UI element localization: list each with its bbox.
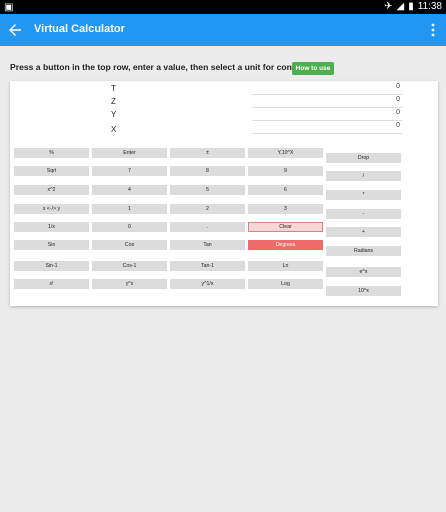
clock: 11:38 xyxy=(417,1,442,12)
battery-icon: ▮ xyxy=(408,1,414,12)
log-key[interactable]: Log xyxy=(248,279,323,289)
back-arrow-icon[interactable] xyxy=(6,21,24,39)
arcsin-key[interactable]: Sin-1 xyxy=(14,261,89,271)
stack-label-y: Y xyxy=(111,110,117,119)
add-key[interactable]: + xyxy=(326,227,401,237)
arctan-key[interactable]: Tan-1 xyxy=(170,261,245,271)
digit-3-key[interactable]: 3 xyxy=(248,204,323,214)
plus-minus-key[interactable]: ± xyxy=(170,148,245,158)
subtract-key[interactable]: - xyxy=(326,209,401,219)
y-root-x-key[interactable]: y^1/x xyxy=(170,279,245,289)
divide-key[interactable]: / xyxy=(326,171,401,181)
y-pow-x-key[interactable]: y^x xyxy=(92,279,167,289)
percent-key[interactable]: % xyxy=(14,148,89,158)
airplane-mode-icon: ✈ xyxy=(384,1,393,12)
drop-key[interactable]: Drop xyxy=(326,153,401,163)
status-bar: ▣ ✈ ◢ ▮ 11:38 xyxy=(0,0,446,14)
stack-label-z: Z xyxy=(111,97,116,106)
factorial-key[interactable]: x! xyxy=(14,279,89,289)
sin-key[interactable]: Sin xyxy=(14,240,89,250)
sqrt-key[interactable]: Sqrt xyxy=(14,166,89,176)
enter-key[interactable]: Enter xyxy=(92,148,167,158)
degrees-key[interactable]: Degrees xyxy=(248,240,323,250)
gallery-icon: ▣ xyxy=(4,2,14,13)
digit-2-key[interactable]: 2 xyxy=(170,204,245,214)
digit-6-key[interactable]: 6 xyxy=(248,185,323,195)
wifi-icon: ◢ xyxy=(396,1,405,12)
calculator-panel: T Z Y X 0 0 0 0 % Enter ± Y.10^X Sqrt 7 … xyxy=(10,81,438,306)
stack-value-t: 0 xyxy=(252,83,402,95)
digit-8-key[interactable]: 8 xyxy=(170,166,245,176)
stack-label-x: X xyxy=(111,125,117,134)
stack-value-z: 0 xyxy=(252,96,402,108)
stack-value-y: 0 xyxy=(252,109,402,121)
y-times-ten-pow-x-key[interactable]: Y.10^X xyxy=(248,148,323,158)
decimal-point-key[interactable]: . xyxy=(170,222,245,232)
digit-1-key[interactable]: 1 xyxy=(92,204,167,214)
ln-key[interactable]: Ln xyxy=(248,261,323,271)
cos-key[interactable]: Cos xyxy=(92,240,167,250)
app-title: Virtual Calculator xyxy=(34,23,125,35)
stack-value-x: 0 xyxy=(252,122,402,134)
clear-key[interactable]: Clear xyxy=(248,222,323,232)
multiply-key[interactable]: * xyxy=(326,190,401,200)
arccos-key[interactable]: Cos-1 xyxy=(92,261,167,271)
reciprocal-key[interactable]: 1/x xyxy=(14,222,89,232)
overflow-menu-icon[interactable] xyxy=(430,22,436,38)
tan-key[interactable]: Tan xyxy=(170,240,245,250)
how-to-use-button[interactable]: How to use xyxy=(292,62,334,75)
e-pow-x-key[interactable]: e^x xyxy=(326,267,401,277)
swap-xy-key[interactable]: x <-/> y xyxy=(14,204,89,214)
ten-pow-x-key[interactable]: 10^x xyxy=(326,286,401,296)
digit-5-key[interactable]: 5 xyxy=(170,185,245,195)
app-bar: Virtual Calculator xyxy=(0,14,446,46)
stack-label-t: T xyxy=(111,84,116,93)
square-key[interactable]: x^2 xyxy=(14,185,89,195)
digit-0-key[interactable]: 0 xyxy=(92,222,167,232)
instructions-text: Press a button in the top row, enter a v… xyxy=(10,62,325,72)
status-right: ✈ ◢ ▮ 11:38 xyxy=(384,1,442,12)
digit-4-key[interactable]: 4 xyxy=(92,185,167,195)
radians-key[interactable]: Radians xyxy=(326,246,401,256)
digit-7-key[interactable]: 7 xyxy=(92,166,167,176)
digit-9-key[interactable]: 9 xyxy=(248,166,323,176)
